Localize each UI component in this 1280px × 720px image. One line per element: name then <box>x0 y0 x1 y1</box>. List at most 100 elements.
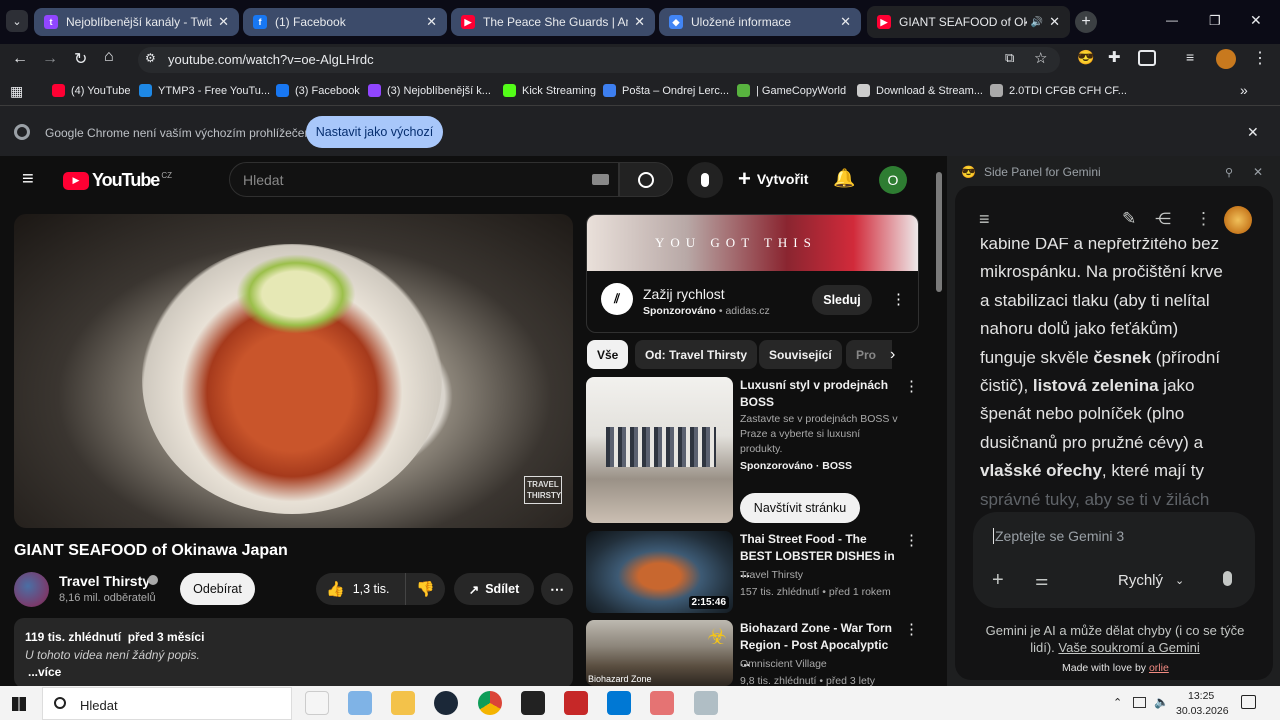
more-actions-button[interactable]: ⋯ <box>541 573 573 605</box>
gemini-input-placeholder[interactable]: Zeptejte se Gemini 3 <box>993 528 1124 544</box>
close-window-button[interactable]: ✕ <box>1250 12 1262 29</box>
minimize-button[interactable]: — <box>1166 13 1178 27</box>
ad-card[interactable]: YOU GOT THIS ⫽ Zažij rychlost Sponzorová… <box>586 214 919 333</box>
tab-3[interactable]: ▶ The Peace She Guards | Ambien ✕ <box>451 8 655 36</box>
side-panel-icon[interactable] <box>1138 50 1156 66</box>
rec-item-biohazard[interactable]: ☣ Biohazard Zone Biohazard Zone - War To… <box>586 620 936 687</box>
remote-app-icon[interactable] <box>607 691 631 715</box>
visit-site-button[interactable]: Navštívit stránku <box>740 493 860 523</box>
apps-icon[interactable]: ▦ <box>10 83 23 100</box>
arma-icon[interactable] <box>521 691 545 715</box>
profile-avatar[interactable] <box>1216 49 1236 69</box>
media-controls-icon[interactable]: ≡ <box>1186 49 1194 65</box>
tab-audio-icon[interactable]: 🔊 <box>1031 17 1043 28</box>
tab-5[interactable]: ▶ GIANT SEAFOOD of Okinaw 🔊 ✕ <box>867 6 1070 38</box>
tab-4[interactable]: ◆ Uložené informace ✕ <box>659 8 861 36</box>
rec-menu-icon[interactable]: ⋮ <box>904 620 919 638</box>
keyboard-icon[interactable] <box>592 174 609 185</box>
like-button[interactable]: 👍 1,3 tis. <box>316 573 405 605</box>
notifications-bell-icon[interactable]: 🔔 <box>833 168 855 189</box>
bookmark-item[interactable]: (4) YouTube <box>52 84 131 97</box>
page-scrollbar[interactable] <box>936 172 942 292</box>
chrome-menu-icon[interactable]: ⋮ <box>1252 48 1268 68</box>
gemini-input-box[interactable] <box>973 512 1255 608</box>
share-button[interactable]: ↗ Sdílet <box>454 573 534 605</box>
speaker-tray-icon[interactable]: 🔈 <box>1154 695 1169 709</box>
clock-date[interactable]: 30.03.2026 <box>1176 705 1229 717</box>
extension-emoji-icon[interactable]: 😎 <box>1077 49 1094 66</box>
tab-close-icon[interactable]: ✕ <box>840 14 851 30</box>
new-tab-button[interactable]: + <box>1075 11 1097 33</box>
add-attachment-icon[interactable]: + <box>992 569 1004 592</box>
bookmark-item[interactable]: Download & Stream... <box>857 84 983 97</box>
privacy-link[interactable]: Vaše soukromí a Gemini <box>1058 640 1199 655</box>
search-button[interactable] <box>619 162 673 197</box>
description-more[interactable]: ...více <box>28 665 61 679</box>
back-icon[interactable]: ← <box>12 50 28 68</box>
tab-close-icon[interactable]: ✕ <box>426 14 437 30</box>
search-input[interactable] <box>229 162 619 197</box>
bookmark-item[interactable]: | GameCopyWorld <box>737 84 846 97</box>
create-button[interactable]: + Vytvořit <box>738 168 808 190</box>
network-app-icon[interactable] <box>694 691 718 715</box>
volume-app-icon[interactable] <box>650 691 674 715</box>
tab-close-icon[interactable]: ✕ <box>1049 14 1060 30</box>
close-infobar-icon[interactable]: ✕ <box>1247 124 1259 141</box>
file-explorer-icon[interactable] <box>305 691 329 715</box>
more-bookmarks-icon[interactable]: » <box>1240 82 1248 98</box>
youtube-logo[interactable]: ▶ YouTube CZ <box>63 170 172 191</box>
chips-next-icon[interactable]: › <box>890 346 895 364</box>
chrome-taskbar-icon[interactable] <box>478 691 502 715</box>
extensions-icon[interactable]: ✚ <box>1108 48 1121 66</box>
maximize-button[interactable]: ❐ <box>1209 13 1221 29</box>
forward-icon[interactable]: → <box>42 50 58 68</box>
tab-1[interactable]: t Nejoblíbenější kanály - Twitch ✕ <box>34 8 239 36</box>
gemini-more-icon[interactable]: ⋮ <box>1195 209 1212 229</box>
tray-overflow-icon[interactable]: ⌃ <box>1113 696 1122 709</box>
gemini-microphone-icon[interactable] <box>1223 571 1232 586</box>
account-avatar[interactable]: O <box>879 166 907 194</box>
url-text[interactable]: youtube.com/watch?v=oe-AlgLHrdc <box>168 52 374 67</box>
photos-app-icon[interactable] <box>348 691 372 715</box>
menu-icon[interactable]: ≡ <box>22 168 34 191</box>
author-link[interactable]: orlie <box>1149 662 1169 674</box>
reload-icon[interactable]: ↻ <box>74 49 87 69</box>
voice-search-button[interactable] <box>687 162 723 198</box>
steam-icon[interactable] <box>434 691 458 715</box>
home-icon[interactable]: ⌂ <box>104 48 114 66</box>
pin-icon[interactable]: ⚲ <box>1225 166 1233 179</box>
windows-start-icon[interactable] <box>12 697 26 711</box>
tab-close-icon[interactable]: ✕ <box>218 14 229 30</box>
bookmark-item[interactable]: Kick Streaming <box>503 84 596 97</box>
bookmark-item[interactable]: (3) Nejoblíbenější k... <box>368 84 491 97</box>
dislike-button[interactable]: 👎 <box>405 573 445 605</box>
chip-from-channel[interactable]: Od: Travel Thirsty <box>635 340 758 369</box>
mode-selector[interactable]: Rychlý ⌄ <box>1118 572 1184 589</box>
folder-icon[interactable] <box>391 691 415 715</box>
rec-item-boss[interactable]: Luxusní styl v prodejnách BOSS Zastavte … <box>586 377 936 525</box>
chip-all[interactable]: Vše <box>587 340 629 369</box>
install-app-icon[interactable]: ⧉ <box>1005 50 1014 66</box>
tab-search-button[interactable]: ⌄ <box>6 10 28 32</box>
rec-item-lobster[interactable]: 2:15:46 Thai Street Food - The BEST LOBS… <box>586 531 936 613</box>
rec-menu-icon[interactable]: ⋮ <box>904 531 919 549</box>
tools-icon[interactable]: ⚌ <box>1035 571 1048 589</box>
video-player[interactable]: TRAVEL THIRSTY <box>14 214 573 528</box>
ad-follow-button[interactable]: Sleduj <box>812 285 872 315</box>
bookmark-item[interactable]: 2.0TDI CFGB CFH CF... <box>990 84 1127 97</box>
bookmark-item[interactable]: Pošta – Ondrej Lerc... <box>603 84 729 97</box>
set-default-button[interactable]: Nastavit jako výchozí <box>306 116 443 148</box>
clock-time[interactable]: 13:25 <box>1188 690 1214 702</box>
share-chat-icon[interactable]: ⋲ <box>1155 209 1171 229</box>
tab-2[interactable]: f (1) Facebook ✕ <box>243 8 447 36</box>
channel-avatar[interactable] <box>14 572 49 607</box>
network-tray-icon[interactable] <box>1133 697 1146 708</box>
subscribe-button[interactable]: Odebírat <box>180 573 255 605</box>
notifications-icon[interactable] <box>1241 695 1256 709</box>
game-launcher-icon[interactable] <box>564 691 588 715</box>
rec-menu-icon[interactable]: ⋮ <box>904 377 919 395</box>
close-side-panel-icon[interactable]: ✕ <box>1253 165 1263 179</box>
chip-related[interactable]: Související <box>759 340 842 369</box>
bookmark-star-icon[interactable]: ☆ <box>1034 49 1047 67</box>
site-info-icon[interactable]: ⚙ <box>145 51 156 65</box>
